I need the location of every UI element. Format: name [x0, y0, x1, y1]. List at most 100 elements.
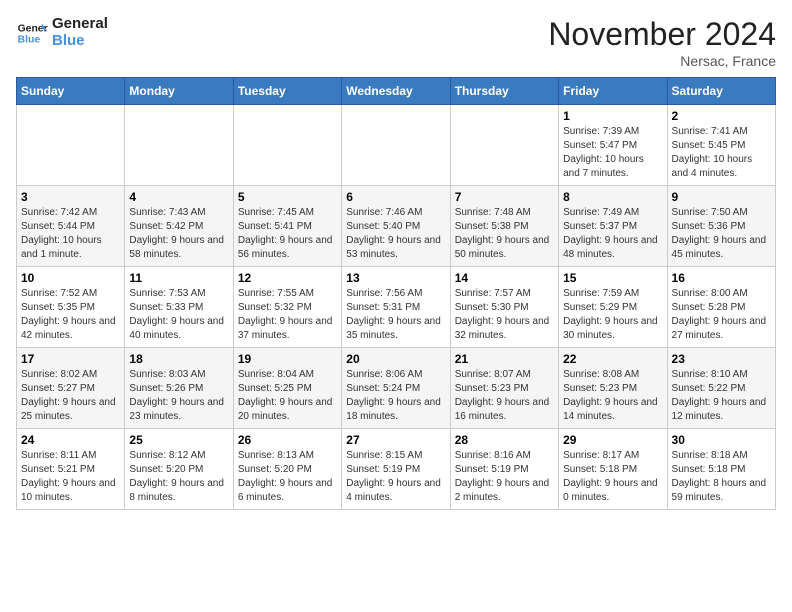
page-header: General Blue General Blue November 2024 … — [16, 16, 776, 69]
day-info: Sunrise: 7:59 AM Sunset: 5:29 PM Dayligh… — [563, 287, 662, 343]
day-info: Sunrise: 8:15 AM Sunset: 5:19 PM Dayligh… — [346, 449, 445, 505]
weekday-header-thursday: Thursday — [450, 78, 558, 105]
month-title: November 2024 — [548, 16, 776, 53]
calendar-cell: 22 Sunrise: 8:08 AM Sunset: 5:23 PM Dayli… — [559, 348, 667, 429]
calendar-cell: 6 Sunrise: 7:46 AM Sunset: 5:40 PM Daylig… — [342, 186, 450, 267]
day-info: Sunrise: 8:02 AM Sunset: 5:27 PM Dayligh… — [21, 368, 120, 424]
day-number: 21 — [455, 352, 554, 366]
day-info: Sunrise: 8:03 AM Sunset: 5:26 PM Dayligh… — [129, 368, 228, 424]
calendar-cell: 8 Sunrise: 7:49 AM Sunset: 5:37 PM Daylig… — [559, 186, 667, 267]
day-number: 22 — [563, 352, 662, 366]
day-number: 3 — [21, 190, 120, 204]
weekday-header-saturday: Saturday — [667, 78, 775, 105]
svg-text:Blue: Blue — [18, 34, 41, 45]
day-number: 16 — [672, 271, 771, 285]
calendar-cell: 23Sunrise: 8:10 AM Sunset: 5:22 PM Dayli… — [667, 348, 775, 429]
calendar-cell: 9 Sunrise: 7:50 AM Sunset: 5:36 PM Daylig… — [667, 186, 775, 267]
day-number: 5 — [238, 190, 337, 204]
logo-general: General — [52, 16, 108, 33]
day-info: Sunrise: 8:13 AM Sunset: 5:20 PM Dayligh… — [238, 449, 337, 505]
day-info: Sunrise: 8:12 AM Sunset: 5:20 PM Dayligh… — [129, 449, 228, 505]
calendar-cell: 4 Sunrise: 7:43 AM Sunset: 5:42 PM Daylig… — [125, 186, 233, 267]
day-info: Sunrise: 8:17 AM Sunset: 5:18 PM Dayligh… — [563, 449, 662, 505]
weekday-header-tuesday: Tuesday — [233, 78, 341, 105]
calendar-cell: 25Sunrise: 8:12 AM Sunset: 5:20 PM Dayli… — [125, 429, 233, 510]
day-number: 28 — [455, 433, 554, 447]
day-info: Sunrise: 7:42 AM Sunset: 5:44 PM Dayligh… — [21, 206, 120, 262]
day-number: 4 — [129, 190, 228, 204]
day-number: 2 — [672, 109, 771, 123]
calendar-cell: 7 Sunrise: 7:48 AM Sunset: 5:38 PM Daylig… — [450, 186, 558, 267]
calendar-cell: 11 Sunrise: 7:53 AM Sunset: 5:33 PM Dayli… — [125, 267, 233, 348]
day-number: 9 — [672, 190, 771, 204]
day-number: 27 — [346, 433, 445, 447]
calendar-cell: 26 Sunrise: 8:13 AM Sunset: 5:20 PM Dayli… — [233, 429, 341, 510]
calendar-cell: 5Sunrise: 7:45 AM Sunset: 5:41 PM Daylig… — [233, 186, 341, 267]
day-info: Sunrise: 8:00 AM Sunset: 5:28 PM Dayligh… — [672, 287, 771, 343]
day-number: 24 — [21, 433, 120, 447]
calendar-header: SundayMondayTuesdayWednesdayThursdayFrid… — [17, 78, 776, 105]
day-info: Sunrise: 7:41 AM Sunset: 5:45 PM Dayligh… — [672, 125, 771, 181]
logo-blue: Blue — [52, 33, 108, 50]
calendar-cell: 24 Sunrise: 8:11 AM Sunset: 5:21 PM Dayli… — [17, 429, 125, 510]
weekday-header-monday: Monday — [125, 78, 233, 105]
day-info: Sunrise: 7:46 AM Sunset: 5:40 PM Dayligh… — [346, 206, 445, 262]
day-number: 14 — [455, 271, 554, 285]
weekday-header-friday: Friday — [559, 78, 667, 105]
day-info: Sunrise: 8:06 AM Sunset: 5:24 PM Dayligh… — [346, 368, 445, 424]
weekday-header-sunday: Sunday — [17, 78, 125, 105]
day-number: 30 — [672, 433, 771, 447]
day-info: Sunrise: 8:16 AM Sunset: 5:19 PM Dayligh… — [455, 449, 554, 505]
calendar-cell — [342, 105, 450, 186]
day-number: 7 — [455, 190, 554, 204]
calendar-cell: 12 Sunrise: 7:55 AM Sunset: 5:32 PM Dayli… — [233, 267, 341, 348]
calendar-cell: 2 Sunrise: 7:41 AM Sunset: 5:45 PM Daylig… — [667, 105, 775, 186]
day-number: 29 — [563, 433, 662, 447]
calendar-cell: 21 Sunrise: 8:07 AM Sunset: 5:23 PM Dayli… — [450, 348, 558, 429]
day-info: Sunrise: 8:04 AM Sunset: 5:25 PM Dayligh… — [238, 368, 337, 424]
calendar-cell: 29 Sunrise: 8:17 AM Sunset: 5:18 PM Dayli… — [559, 429, 667, 510]
day-info: Sunrise: 8:08 AM Sunset: 5:23 PM Dayligh… — [563, 368, 662, 424]
calendar-cell: 19 Sunrise: 8:04 AM Sunset: 5:25 PM Dayli… — [233, 348, 341, 429]
day-number: 26 — [238, 433, 337, 447]
day-info: Sunrise: 7:39 AM Sunset: 5:47 PM Dayligh… — [563, 125, 662, 181]
calendar-cell: 1 Sunrise: 7:39 AM Sunset: 5:47 PM Daylig… — [559, 105, 667, 186]
day-info: Sunrise: 7:43 AM Sunset: 5:42 PM Dayligh… — [129, 206, 228, 262]
day-info: Sunrise: 8:10 AM Sunset: 5:22 PM Dayligh… — [672, 368, 771, 424]
title-block: November 2024 Nersac, France — [548, 16, 776, 69]
day-number: 8 — [563, 190, 662, 204]
day-info: Sunrise: 7:53 AM Sunset: 5:33 PM Dayligh… — [129, 287, 228, 343]
calendar-cell: 28 Sunrise: 8:16 AM Sunset: 5:19 PM Dayli… — [450, 429, 558, 510]
calendar-table: SundayMondayTuesdayWednesdayThursdayFrid… — [16, 77, 776, 510]
day-number: 15 — [563, 271, 662, 285]
calendar-cell — [17, 105, 125, 186]
calendar-cell: 18Sunrise: 8:03 AM Sunset: 5:26 PM Dayli… — [125, 348, 233, 429]
weekday-header-wednesday: Wednesday — [342, 78, 450, 105]
calendar-cell: 10Sunrise: 7:52 AM Sunset: 5:35 PM Dayli… — [17, 267, 125, 348]
day-info: Sunrise: 7:48 AM Sunset: 5:38 PM Dayligh… — [455, 206, 554, 262]
logo-icon: General Blue — [16, 17, 48, 49]
day-info: Sunrise: 7:55 AM Sunset: 5:32 PM Dayligh… — [238, 287, 337, 343]
day-number: 11 — [129, 271, 228, 285]
day-number: 19 — [238, 352, 337, 366]
calendar-cell: 13Sunrise: 7:56 AM Sunset: 5:31 PM Dayli… — [342, 267, 450, 348]
day-number: 20 — [346, 352, 445, 366]
day-number: 6 — [346, 190, 445, 204]
day-number: 1 — [563, 109, 662, 123]
day-info: Sunrise: 8:07 AM Sunset: 5:23 PM Dayligh… — [455, 368, 554, 424]
day-number: 12 — [238, 271, 337, 285]
calendar-cell: 16 Sunrise: 8:00 AM Sunset: 5:28 PM Dayli… — [667, 267, 775, 348]
day-info: Sunrise: 8:11 AM Sunset: 5:21 PM Dayligh… — [21, 449, 120, 505]
calendar-cell: 30 Sunrise: 8:18 AM Sunset: 5:18 PM Dayli… — [667, 429, 775, 510]
logo: General Blue General Blue — [16, 16, 108, 49]
day-number: 13 — [346, 271, 445, 285]
calendar-cell — [125, 105, 233, 186]
day-info: Sunrise: 7:52 AM Sunset: 5:35 PM Dayligh… — [21, 287, 120, 343]
calendar-cell — [450, 105, 558, 186]
day-info: Sunrise: 7:50 AM Sunset: 5:36 PM Dayligh… — [672, 206, 771, 262]
calendar-cell: 3 Sunrise: 7:42 AM Sunset: 5:44 PM Daylig… — [17, 186, 125, 267]
day-info: Sunrise: 7:49 AM Sunset: 5:37 PM Dayligh… — [563, 206, 662, 262]
calendar-cell — [233, 105, 341, 186]
location: Nersac, France — [548, 53, 776, 69]
day-info: Sunrise: 8:18 AM Sunset: 5:18 PM Dayligh… — [672, 449, 771, 505]
